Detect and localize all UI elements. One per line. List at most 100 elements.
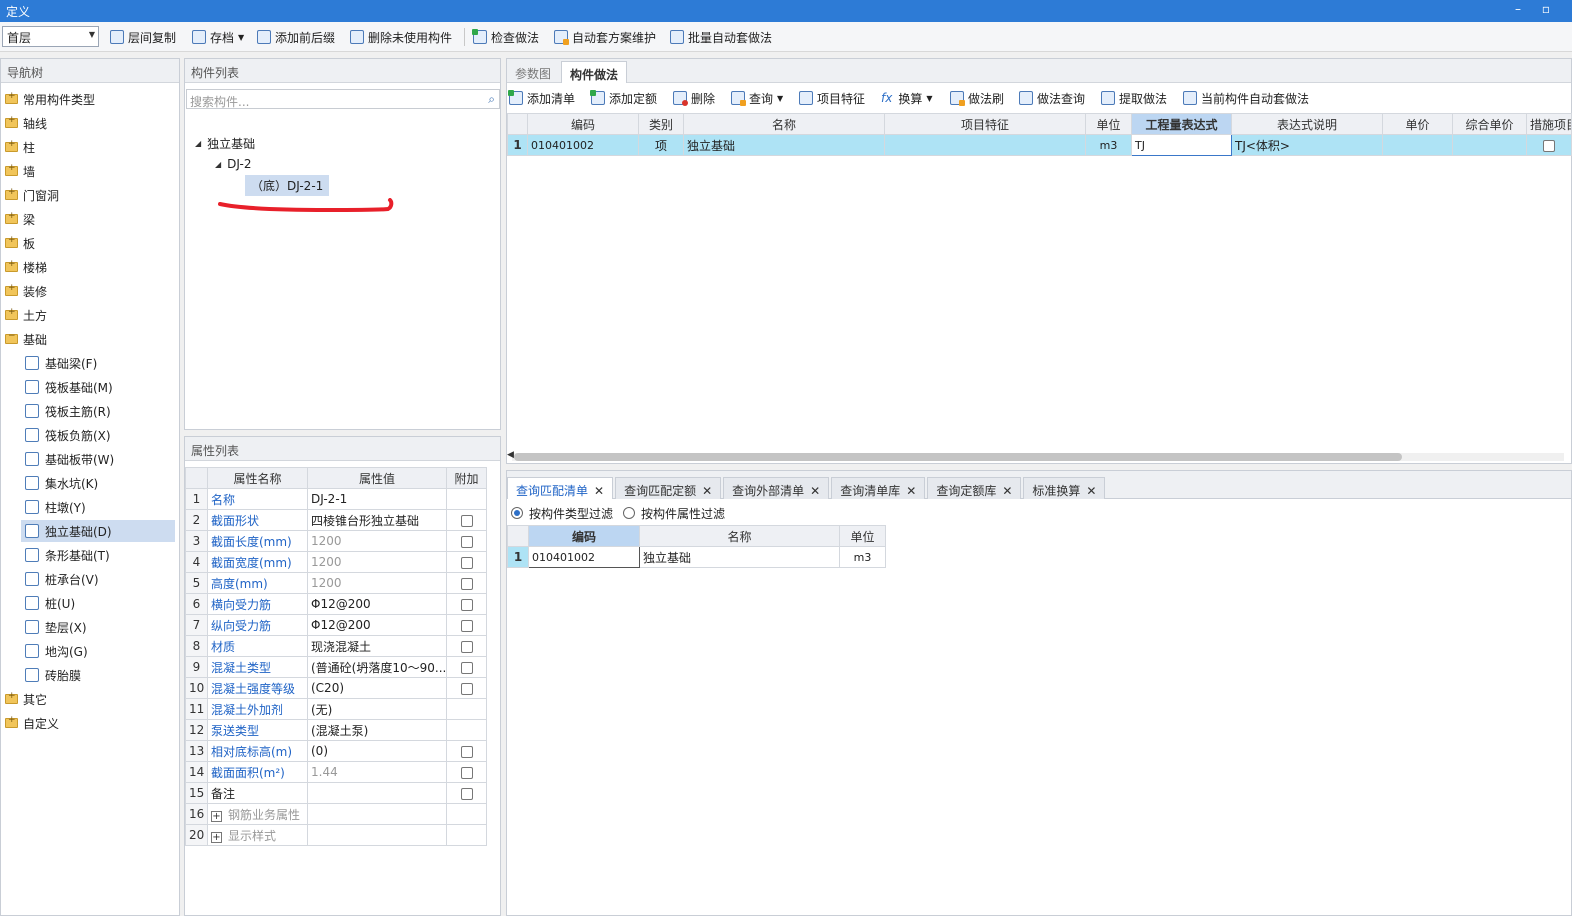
tab-bill-library[interactable]: 查询清单库 ✕: [831, 477, 926, 499]
close-icon[interactable]: ✕: [1002, 484, 1012, 498]
table-row[interactable]: 2 截面形状 四棱锥台形独立基础: [185, 509, 487, 531]
property-group[interactable]: + 显示样式: [207, 824, 308, 846]
close-icon[interactable]: ✕: [702, 484, 712, 498]
append-checkbox[interactable]: [460, 619, 473, 632]
append-checkbox[interactable]: [460, 535, 473, 548]
filter-by-type-option[interactable]: 按构件类型过滤: [511, 504, 613, 522]
property-value[interactable]: (0): [307, 740, 447, 762]
table-row[interactable]: 10 混凝土强度等级 (C20): [185, 677, 487, 699]
batch-auto-method-button[interactable]: 批量自动套做法: [670, 28, 772, 46]
table-row[interactable]: 11 混凝土外加剂 (无): [185, 698, 487, 720]
scroll-left-arrow-icon[interactable]: ◀: [507, 450, 514, 460]
tab-quota-library[interactable]: 查询定额库 ✕: [927, 477, 1022, 499]
name-cell[interactable]: 独立基础: [683, 134, 885, 156]
property-value[interactable]: 1.44: [307, 761, 447, 783]
total-price-cell[interactable]: [1452, 134, 1527, 156]
table-row[interactable]: 1 010401002 项 独立基础 m3 TJ TJ<体积>: [507, 134, 1572, 156]
nav-item-trench[interactable]: 地沟(G): [25, 640, 88, 662]
extract-method-button[interactable]: 提取做法: [1101, 89, 1167, 107]
table-row[interactable]: 3 截面长度(mm) 1200: [185, 530, 487, 552]
tab-match-bill[interactable]: 查询匹配清单 ✕: [507, 477, 614, 499]
archive-button[interactable]: 存档 ▼: [192, 28, 244, 46]
nav-item-column-pier[interactable]: 柱墩(Y): [25, 496, 86, 518]
expression-desc-cell[interactable]: TJ<体积>: [1231, 134, 1383, 156]
name-cell[interactable]: 独立基础: [639, 546, 840, 568]
convert-button[interactable]: fx 换算 ▼: [881, 89, 933, 107]
close-icon[interactable]: ✕: [1086, 484, 1096, 498]
tab-external-bill[interactable]: 查询外部清单 ✕: [723, 477, 830, 499]
table-row[interactable]: 7 纵向受力筋 Φ12@200: [185, 614, 487, 636]
close-icon[interactable]: ✕: [810, 484, 820, 498]
auto-scheme-button[interactable]: 自动套方案维护: [554, 28, 656, 46]
type-cell[interactable]: 项: [638, 134, 684, 156]
expand-plus-icon[interactable]: +: [211, 831, 222, 843]
nav-folder-earthwork[interactable]: 土方: [5, 304, 47, 326]
table-row[interactable]: 1 名称 DJ-2-1: [185, 488, 487, 510]
unit-cell[interactable]: m3: [1085, 134, 1132, 156]
nav-item-raft-foundation[interactable]: 筏板基础(M): [25, 376, 113, 398]
append-checkbox[interactable]: [460, 661, 473, 674]
property-value[interactable]: (普通砼(坍落度10～90...: [307, 656, 447, 678]
nav-item-isolated-foundation[interactable]: 独立基础(D): [21, 520, 175, 542]
code-cell[interactable]: 010401002: [528, 546, 640, 568]
table-row[interactable]: 5 高度(mm) 1200: [185, 572, 487, 594]
item-feature-button[interactable]: 项目特征: [799, 89, 865, 107]
table-row[interactable]: 1 010401002 独立基础 m3: [507, 546, 886, 568]
table-row[interactable]: 15 备注: [185, 782, 487, 804]
tree-node-dj-2[interactable]: ◢ DJ-2: [215, 154, 251, 174]
nav-folder-openings[interactable]: 门窗洞: [5, 184, 59, 206]
table-row[interactable]: 12 泵送类型 (混凝土泵): [185, 719, 487, 741]
property-value[interactable]: (混凝土泵): [307, 719, 447, 741]
copy-between-floors-button[interactable]: 层间复制: [110, 28, 176, 46]
property-value[interactable]: DJ-2-1: [307, 488, 447, 510]
property-value[interactable]: (无): [307, 698, 447, 720]
append-checkbox[interactable]: [460, 745, 473, 758]
method-query-button[interactable]: 做法查询: [1019, 89, 1085, 107]
auto-apply-current-button[interactable]: 当前构件自动套做法: [1183, 89, 1309, 107]
minimize-button[interactable]: –: [1508, 2, 1528, 20]
delete-method-button[interactable]: 删除: [673, 89, 715, 107]
property-value[interactable]: 现浇混凝土: [307, 635, 447, 657]
property-value[interactable]: 1200: [307, 530, 447, 552]
tab-parameter-diagram[interactable]: 参数图: [507, 61, 559, 83]
table-row[interactable]: 8 材质 现浇混凝土: [185, 635, 487, 657]
nav-folder-decoration[interactable]: 装修: [5, 280, 47, 302]
nav-item-foundation-beam[interactable]: 基础梁(F): [25, 352, 97, 374]
nav-item-strip-foundation[interactable]: 条形基础(T): [25, 544, 110, 566]
nav-folder-other[interactable]: 其它: [5, 688, 47, 710]
property-value[interactable]: Φ12@200: [307, 593, 447, 615]
radio-selected-icon[interactable]: [511, 507, 523, 519]
property-value[interactable]: [307, 782, 447, 804]
table-row[interactable]: 16 + 钢筋业务属性: [185, 803, 487, 825]
filter-by-property-option[interactable]: 按构件属性过滤: [623, 504, 725, 522]
append-checkbox[interactable]: [460, 766, 473, 779]
append-checkbox[interactable]: [460, 577, 473, 590]
delete-unused-button[interactable]: 删除未使用构件: [350, 28, 452, 46]
measure-checkbox[interactable]: [1543, 139, 1555, 152]
nav-item-brick-formwork[interactable]: 砖胎膜: [25, 664, 81, 686]
property-value[interactable]: Φ12@200: [307, 614, 447, 636]
component-search-input[interactable]: 搜索构件... ⌕: [186, 89, 500, 109]
nav-item-sump-pit[interactable]: 集水坑(K): [25, 472, 98, 494]
expression-input[interactable]: TJ: [1131, 134, 1232, 156]
table-row[interactable]: 4 截面宽度(mm) 1200: [185, 551, 487, 573]
nav-item-raft-main-rebar[interactable]: 筏板主筋(R): [25, 400, 111, 422]
expand-plus-icon[interactable]: +: [211, 810, 222, 822]
search-icon[interactable]: ⌕: [488, 92, 495, 107]
table-row[interactable]: 14 截面面积(m²) 1.44: [185, 761, 487, 783]
tree-node-isolated-foundation[interactable]: ◢ 独立基础: [195, 133, 255, 153]
nav-item-foundation-strip[interactable]: 基础板带(W): [25, 448, 114, 470]
nav-folder-foundation[interactable]: 基础: [5, 328, 47, 350]
nav-folder-slab[interactable]: 板: [5, 232, 35, 254]
table-row[interactable]: 13 相对底标高(m) (0): [185, 740, 487, 762]
nav-item-cushion[interactable]: 垫层(X): [25, 616, 87, 638]
append-checkbox[interactable]: [460, 640, 473, 653]
append-checkbox[interactable]: [460, 682, 473, 695]
table-row[interactable]: 9 混凝土类型 (普通砼(坍落度10～90...: [185, 656, 487, 678]
nav-folder-column[interactable]: 柱: [5, 136, 35, 158]
property-value[interactable]: (C20): [307, 677, 447, 699]
add-bill-button[interactable]: 添加清单: [508, 89, 575, 107]
maximize-button[interactable]: ▫: [1536, 2, 1556, 20]
nav-folder-axis[interactable]: 轴线: [5, 112, 47, 134]
nav-item-pile[interactable]: 桩(U): [25, 592, 75, 614]
